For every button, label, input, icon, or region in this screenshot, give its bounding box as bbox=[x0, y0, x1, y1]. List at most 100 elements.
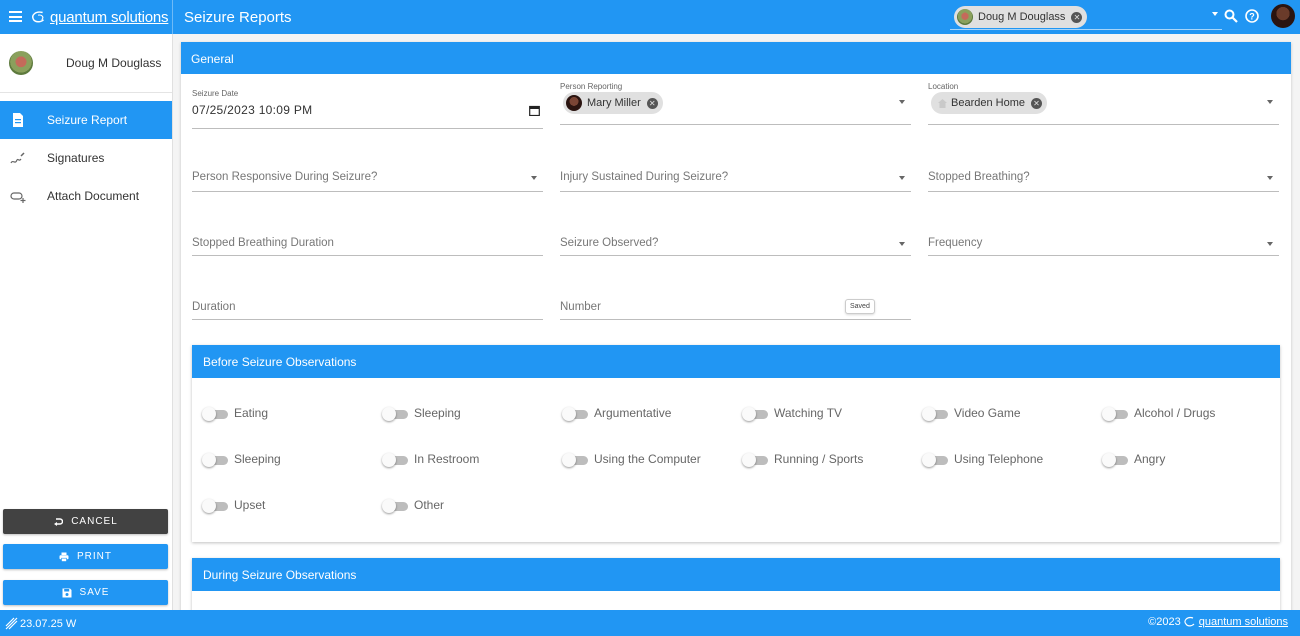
document-icon bbox=[13, 113, 23, 127]
chevron-down-icon[interactable] bbox=[1212, 12, 1218, 16]
version-info: 23.07.25 W bbox=[5, 617, 76, 630]
observation-toggle[interactable]: In Restroom bbox=[382, 449, 479, 469]
calendar-icon[interactable] bbox=[529, 105, 540, 116]
observation-toggle[interactable]: Using Telephone bbox=[922, 449, 1043, 469]
observation-toggle[interactable]: Upset bbox=[202, 495, 265, 515]
general-card: General Seizure Date 07/25/2023 10:09 PM… bbox=[181, 42, 1291, 610]
remove-chip-icon[interactable]: ✕ bbox=[1031, 97, 1042, 109]
person-reporting-label: Person Reporting bbox=[560, 82, 623, 91]
toggle-label: Eating bbox=[234, 406, 269, 420]
observation-toggle[interactable]: Sleeping bbox=[202, 449, 281, 469]
seizure-observed-select[interactable]: Seizure Observed? bbox=[560, 216, 911, 256]
toggle-label: Upset bbox=[234, 498, 266, 512]
stopped-breathing-select[interactable]: Stopped Breathing? bbox=[928, 152, 1279, 192]
selected-user-chip[interactable]: Doug M Douglass ✕ bbox=[954, 6, 1088, 28]
toggle-label: Watching TV bbox=[774, 406, 843, 420]
seizure-date-value: 07/25/2023 10:09 PM bbox=[192, 103, 313, 117]
observation-toggle[interactable]: Argumentative bbox=[562, 403, 671, 423]
sidebar-item-label: Seizure Report bbox=[47, 113, 128, 127]
attach-icon bbox=[10, 192, 26, 203]
print-button[interactable]: PRINT bbox=[3, 544, 168, 569]
toggle-switch[interactable] bbox=[562, 407, 588, 421]
chevron-down-icon[interactable] bbox=[899, 100, 905, 104]
toggle-switch[interactable] bbox=[562, 453, 588, 467]
toggle-switch[interactable] bbox=[1102, 453, 1128, 467]
chevron-down-icon[interactable] bbox=[899, 176, 905, 180]
stopped-breathing-label: Stopped Breathing? bbox=[928, 171, 1030, 183]
brand-name: quantum solutions bbox=[50, 8, 169, 26]
page-title: Seizure Reports bbox=[184, 9, 292, 26]
brand-logo[interactable]: quantum solutions bbox=[30, 5, 169, 29]
chevron-down-icon[interactable] bbox=[1267, 176, 1273, 180]
chevron-down-icon[interactable] bbox=[531, 176, 537, 180]
seizure-date-label: Seizure Date bbox=[192, 89, 239, 98]
toggle-switch[interactable] bbox=[1102, 407, 1128, 421]
chevron-down-icon[interactable] bbox=[899, 242, 905, 246]
save-button[interactable]: SAVE bbox=[3, 580, 168, 605]
observation-toggle[interactable]: Other bbox=[382, 495, 444, 515]
injury-select[interactable]: Injury Sustained During Seizure? bbox=[560, 152, 911, 192]
location-label: Location bbox=[928, 82, 959, 91]
sidebar-item-label: Attach Document bbox=[47, 189, 140, 203]
print-label: PRINT bbox=[77, 551, 112, 562]
observation-toggle[interactable]: Angry bbox=[1102, 449, 1165, 469]
observation-toggle[interactable]: Using the Computer bbox=[562, 449, 701, 469]
chevron-down-icon[interactable] bbox=[1267, 242, 1273, 246]
toggle-switch[interactable] bbox=[382, 407, 408, 421]
help-icon[interactable]: ? bbox=[1245, 9, 1259, 23]
observation-toggle[interactable]: Alcohol / Drugs bbox=[1102, 403, 1215, 423]
user-select[interactable]: Doug M Douglass ✕ bbox=[950, 4, 1222, 30]
toggle-switch[interactable] bbox=[922, 453, 948, 467]
observation-toggle[interactable]: Running / Sports bbox=[742, 449, 863, 469]
sidebar-user-name: Doug M Douglass bbox=[66, 56, 162, 70]
before-observations-card: Before Seizure Observations Eating Sleepi… bbox=[192, 345, 1280, 542]
remove-chip-icon[interactable]: ✕ bbox=[1071, 11, 1083, 23]
toggle-switch[interactable] bbox=[202, 499, 228, 513]
search-icon[interactable] bbox=[1224, 9, 1238, 23]
sidebar-item-attach-document[interactable]: Attach Document bbox=[0, 177, 172, 215]
cancel-button[interactable]: CANCEL bbox=[3, 509, 168, 534]
duration-input[interactable]: Duration bbox=[192, 280, 543, 320]
location-select[interactable]: Location Bearden Home ✕ bbox=[928, 82, 1279, 125]
toggle-switch[interactable] bbox=[202, 453, 228, 467]
person-reporting-chip[interactable]: Mary Miller ✕ bbox=[563, 92, 663, 114]
person-reporting-select[interactable]: Person Reporting Mary Miller ✕ bbox=[560, 82, 911, 125]
saved-tooltip: Saved bbox=[845, 299, 875, 314]
person-reporting-value: Mary Miller bbox=[587, 97, 641, 109]
cancel-label: CANCEL bbox=[71, 516, 118, 527]
sidebar-item-signatures[interactable]: Signatures bbox=[0, 139, 172, 177]
signature-icon bbox=[10, 152, 25, 164]
selected-user-name: Doug M Douglass bbox=[978, 11, 1066, 23]
observation-toggle[interactable]: Watching TV bbox=[742, 403, 842, 423]
sidebar-item-seizure-report[interactable]: Seizure Report bbox=[0, 101, 172, 139]
home-icon bbox=[938, 98, 947, 108]
save-icon bbox=[62, 588, 72, 597]
hamburger-menu-icon[interactable] bbox=[9, 11, 22, 22]
toggle-switch[interactable] bbox=[742, 453, 768, 467]
during-observations-heading: During Seizure Observations bbox=[192, 558, 1280, 591]
observation-toggle[interactable]: Eating bbox=[202, 403, 268, 423]
quantum-mark-icon bbox=[5, 617, 18, 630]
toggle-switch[interactable] bbox=[382, 453, 408, 467]
toggle-switch[interactable] bbox=[382, 499, 408, 513]
responsive-select[interactable]: Person Responsive During Seizure? bbox=[192, 152, 543, 192]
location-chip[interactable]: Bearden Home ✕ bbox=[931, 92, 1047, 114]
frequency-label: Frequency bbox=[928, 237, 983, 249]
duration-label: Duration bbox=[192, 301, 236, 313]
frequency-select[interactable]: Frequency bbox=[928, 216, 1279, 256]
stopped-breathing-duration-input[interactable]: Stopped Breathing Duration bbox=[192, 216, 543, 256]
save-label: SAVE bbox=[79, 587, 110, 598]
observation-toggle[interactable]: Video Game bbox=[922, 403, 1021, 423]
chevron-down-icon[interactable] bbox=[1267, 100, 1273, 104]
main-content: General Seizure Date 07/25/2023 10:09 PM… bbox=[173, 34, 1300, 610]
observation-toggle[interactable]: Sleeping bbox=[382, 403, 461, 423]
account-avatar[interactable] bbox=[1271, 4, 1295, 28]
toggle-label: Using Telephone bbox=[954, 452, 1044, 466]
seizure-date-field[interactable]: Seizure Date 07/25/2023 10:09 PM bbox=[192, 89, 543, 129]
toggle-switch[interactable] bbox=[922, 407, 948, 421]
top-app-bar: quantum solutions Seizure Reports Doug M… bbox=[0, 0, 1300, 34]
remove-chip-icon[interactable]: ✕ bbox=[646, 97, 658, 109]
toggle-label: Sleeping bbox=[414, 406, 461, 420]
toggle-switch[interactable] bbox=[742, 407, 768, 421]
toggle-switch[interactable] bbox=[202, 407, 228, 421]
